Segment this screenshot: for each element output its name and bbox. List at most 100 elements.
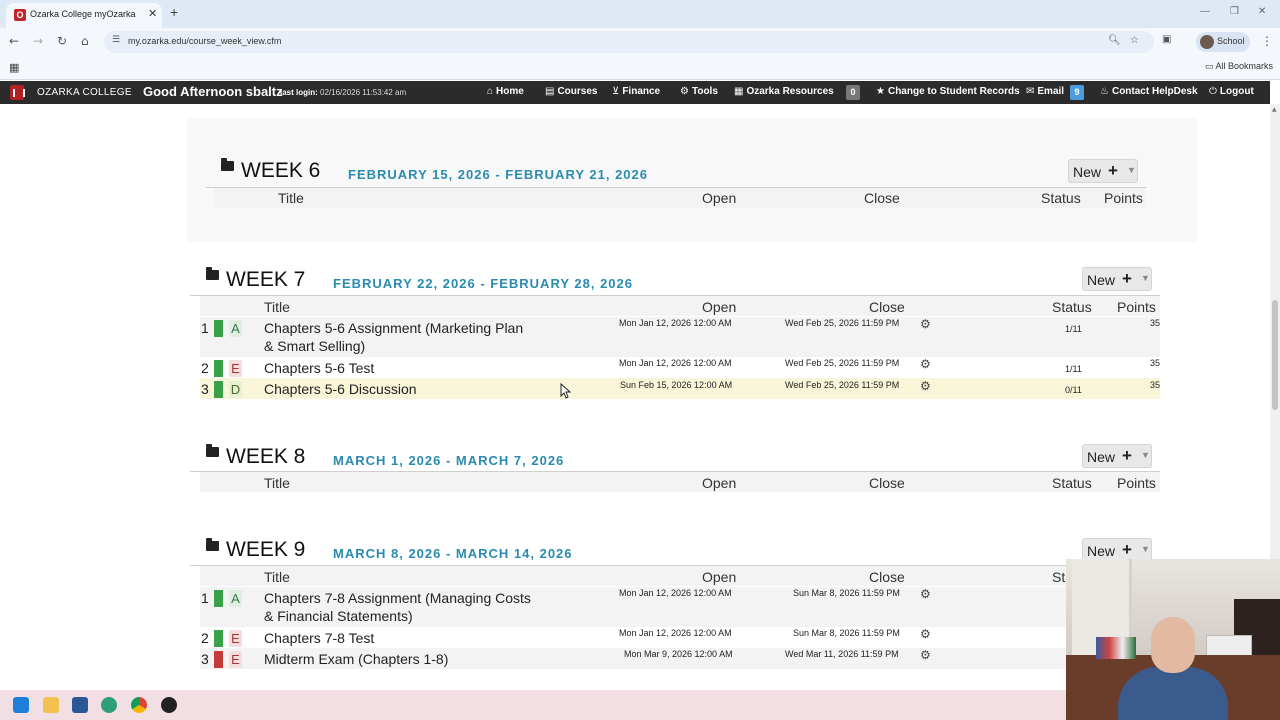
gear-icon[interactable]: ⚙ bbox=[920, 357, 931, 371]
browser-tab[interactable]: O Ozarka College myOzarka ✕ bbox=[6, 3, 162, 28]
resources-icon: ▦ bbox=[734, 86, 744, 97]
status-count[interactable]: 1/11 bbox=[1065, 364, 1082, 374]
ozarka-logo-icon[interactable] bbox=[10, 85, 25, 100]
gear-icon[interactable]: ⚙ bbox=[920, 587, 931, 601]
close-tab-icon[interactable]: ✕ bbox=[148, 7, 157, 20]
published-status-square[interactable] bbox=[214, 320, 223, 337]
all-bookmarks-link[interactable]: ▭ All Bookmarks bbox=[1205, 61, 1273, 72]
edge-icon[interactable] bbox=[101, 697, 117, 713]
published-status-square[interactable] bbox=[214, 360, 223, 377]
item-title[interactable]: Chapters 7-8 Assignment (Managing Costs &… bbox=[264, 589, 531, 625]
row-number: 3 bbox=[201, 651, 209, 667]
week-8-new-button[interactable]: New + ▼ bbox=[1082, 444, 1152, 468]
new-tab-icon[interactable]: + bbox=[170, 4, 178, 20]
item-title[interactable]: Chapters 5-6 Assignment (Marketing Plan &… bbox=[264, 319, 523, 355]
col-status: Status bbox=[1052, 475, 1092, 491]
forward-icon[interactable]: → bbox=[33, 34, 43, 48]
close-window-icon[interactable]: ✕ bbox=[1258, 6, 1266, 17]
bookmark-star-icon[interactable]: ☆ bbox=[1130, 35, 1139, 46]
item-title[interactable]: Chapters 5-6 Test bbox=[264, 359, 374, 377]
extensions-icon[interactable]: ▣ bbox=[1162, 34, 1171, 45]
col-close: Close bbox=[864, 190, 900, 206]
week-7-dates: FEBRUARY 22, 2026 - FEBRUARY 28, 2026 bbox=[333, 276, 633, 291]
published-status-square[interactable] bbox=[214, 630, 223, 647]
item-title[interactable]: Chapters 5-6 Discussion bbox=[264, 380, 417, 398]
browser-menu-icon[interactable]: ⋮ bbox=[1261, 34, 1273, 48]
nav-email-label: Email bbox=[1037, 86, 1065, 97]
scroll-up-icon[interactable]: ▲ bbox=[1272, 106, 1277, 113]
nav-logout[interactable]: ⏻ Logout bbox=[1209, 86, 1254, 97]
profile-label: School bbox=[1217, 36, 1245, 46]
status-count[interactable]: 0/11 bbox=[1065, 385, 1082, 395]
maximize-icon[interactable]: ❐ bbox=[1230, 6, 1239, 17]
profile-button[interactable]: School bbox=[1196, 32, 1250, 52]
nav-tools[interactable]: ⚙ Tools bbox=[680, 86, 718, 97]
obs-icon[interactable] bbox=[161, 697, 177, 713]
open-date: Mon Mar 9, 2026 12:00 AM bbox=[624, 649, 733, 659]
store-icon[interactable] bbox=[72, 697, 88, 713]
week-7-new-button[interactable]: New + ▼ bbox=[1082, 267, 1152, 291]
col-points: Points bbox=[1117, 299, 1156, 315]
week-6-title[interactable]: WEEK 6 bbox=[241, 159, 320, 183]
folder-icon[interactable] bbox=[206, 538, 219, 551]
tab-title: Ozarka College myOzarka bbox=[30, 9, 136, 19]
nav-finance-label: Finance bbox=[622, 86, 661, 97]
file-explorer-icon[interactable] bbox=[43, 697, 59, 713]
type-assignment-badge: A bbox=[229, 590, 242, 607]
home-browser-icon[interactable]: ⌂ bbox=[81, 34, 89, 48]
scroll-thumb[interactable] bbox=[1272, 300, 1278, 410]
gear-icon[interactable]: ⚙ bbox=[920, 379, 931, 393]
nav-resources[interactable]: ▦ Ozarka Resources bbox=[734, 86, 834, 97]
gear-icon[interactable]: ⚙ bbox=[920, 317, 931, 331]
col-close: Close bbox=[869, 299, 905, 315]
cart-icon: ⊻ bbox=[612, 86, 620, 97]
email-count-badge[interactable]: 9 bbox=[1070, 85, 1084, 100]
folder-icon[interactable] bbox=[206, 444, 219, 457]
folder-icon[interactable] bbox=[221, 158, 234, 171]
item-title[interactable]: Midterm Exam (Chapters 1-8) bbox=[264, 650, 448, 668]
brand-name[interactable]: OZARKA COLLEGE bbox=[37, 87, 132, 98]
url-text: my.ozarka.edu/course_week_view.cfm bbox=[128, 36, 282, 46]
nav-courses[interactable]: ▤ Courses bbox=[545, 86, 597, 97]
fire-icon: ♨ bbox=[1100, 86, 1109, 97]
back-icon[interactable]: ← bbox=[9, 34, 19, 48]
week-9-title[interactable]: WEEK 9 bbox=[226, 538, 305, 562]
status-count[interactable]: 1/11 bbox=[1065, 324, 1082, 334]
windows-start-icon[interactable] bbox=[13, 697, 29, 713]
nav-change-records[interactable]: ★ Change to Student Records bbox=[876, 86, 1020, 97]
row-number: 2 bbox=[201, 630, 209, 646]
folder-icon[interactable] bbox=[206, 267, 219, 280]
points-value: 35 bbox=[1150, 318, 1161, 328]
type-assignment-badge: A bbox=[229, 320, 242, 337]
address-bar[interactable]: ☰ my.ozarka.edu/course_week_view.cfm 🔍︎ … bbox=[104, 31, 1154, 53]
col-open: Open bbox=[702, 299, 737, 315]
reload-icon[interactable]: ↻ bbox=[57, 34, 67, 48]
close-date: Wed Feb 25, 2026 11:59 PM bbox=[785, 358, 900, 368]
nav-home[interactable]: ⌂ Home bbox=[487, 86, 524, 97]
week-8-title[interactable]: WEEK 8 bbox=[226, 445, 305, 469]
apps-grid-icon[interactable]: ▦ bbox=[9, 61, 19, 74]
col-open: Open bbox=[702, 569, 737, 585]
site-info-icon[interactable]: ☰ bbox=[112, 35, 120, 45]
zoom-icon[interactable]: 🔍︎ bbox=[1108, 35, 1121, 46]
published-status-square[interactable] bbox=[214, 590, 223, 607]
gear-icon[interactable]: ⚙ bbox=[920, 648, 931, 662]
item-title[interactable]: Chapters 7-8 Test bbox=[264, 629, 374, 647]
chrome-icon[interactable] bbox=[131, 697, 147, 713]
os-taskbar bbox=[0, 690, 1066, 720]
ozarka-favicon-icon: O bbox=[14, 9, 26, 21]
gear-icon[interactable]: ⚙ bbox=[920, 627, 931, 641]
col-title: Title bbox=[264, 299, 290, 315]
greeting: Good Afternoon sbaltz bbox=[143, 84, 283, 99]
published-status-square[interactable] bbox=[214, 381, 223, 398]
nav-helpdesk[interactable]: ♨ Contact HelpDesk bbox=[1100, 86, 1198, 97]
unpublished-status-square[interactable] bbox=[214, 651, 223, 668]
minimize-icon[interactable]: — bbox=[1200, 6, 1210, 17]
plus-icon: + bbox=[1108, 161, 1118, 180]
week-6-new-button[interactable]: New + ▼ bbox=[1068, 159, 1138, 183]
nav-email[interactable]: ✉ Email bbox=[1026, 86, 1064, 97]
resources-count-badge[interactable]: 0 bbox=[846, 85, 860, 100]
col-title: Title bbox=[278, 190, 304, 206]
week-7-title[interactable]: WEEK 7 bbox=[226, 268, 305, 292]
nav-finance[interactable]: ⊻ Finance bbox=[612, 86, 660, 97]
